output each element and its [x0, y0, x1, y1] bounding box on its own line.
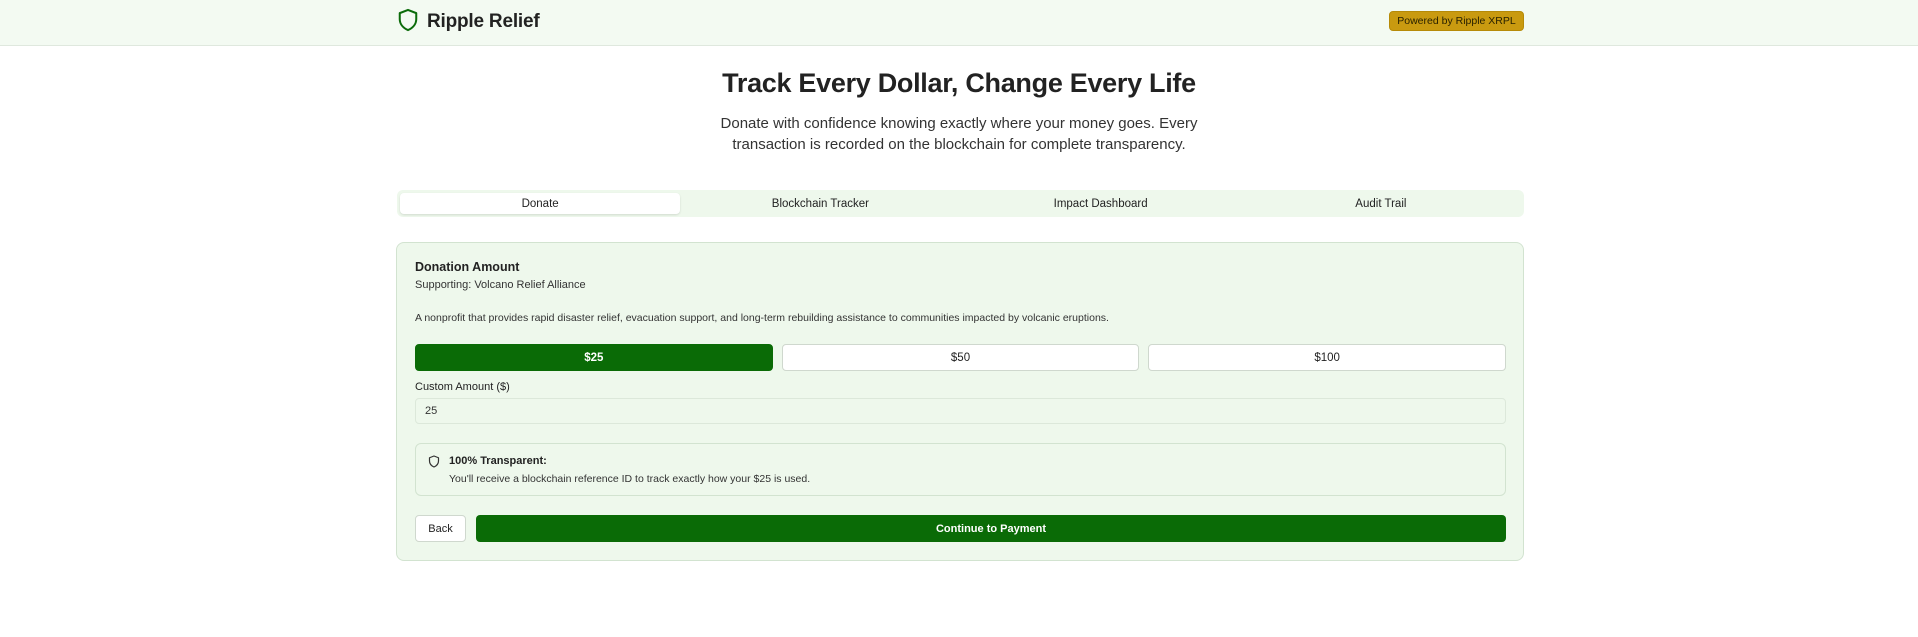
back-button[interactable]: Back [415, 515, 466, 542]
page-title: Track Every Dollar, Change Every Life [722, 68, 1196, 98]
donation-card: Donation Amount Supporting: Volcano Reli… [396, 242, 1524, 561]
main-tabs: Donate Blockchain Tracker Impact Dashboa… [397, 190, 1524, 217]
tab-blockchain-tracker[interactable]: Blockchain Tracker [680, 193, 960, 214]
continue-to-payment-button[interactable]: Continue to Payment [476, 515, 1506, 542]
shield-icon [397, 8, 419, 37]
donation-card-title: Donation Amount [415, 260, 520, 274]
notice-title: 100% Transparent: [449, 455, 547, 467]
tab-donate[interactable]: Donate [400, 193, 681, 214]
tab-audit-trail[interactable]: Audit Trail [1241, 193, 1521, 214]
amount-options: $25 $50 $100 [415, 344, 1507, 371]
page-subtitle: Donate with confidence knowing exactly w… [720, 115, 1198, 153]
powered-by-badge: Powered by Ripple XRPL [1389, 11, 1524, 31]
notice-text: You'll receive a blockchain reference ID… [449, 473, 811, 485]
transparency-notice: 100% Transparent: You'll receive a block… [415, 443, 1506, 496]
amount-25-button[interactable]: $25 [415, 344, 773, 371]
supporting-organization: Supporting: Volcano Relief Alliance [415, 279, 586, 291]
custom-amount-input[interactable] [415, 398, 1506, 424]
custom-amount-label: Custom Amount ($) [415, 381, 510, 393]
shield-icon [428, 455, 440, 468]
amount-100-button[interactable]: $100 [1148, 344, 1507, 371]
brand-logo[interactable]: Ripple Relief [397, 8, 540, 37]
organization-description: A nonprofit that provides rapid disaster… [415, 312, 1109, 324]
brand-name: Ripple Relief [427, 11, 540, 32]
amount-50-button[interactable]: $50 [781, 344, 1140, 371]
top-navbar: Ripple Relief Powered by Ripple XRPL [0, 0, 1918, 46]
tab-impact-dashboard[interactable]: Impact Dashboard [961, 193, 1241, 214]
